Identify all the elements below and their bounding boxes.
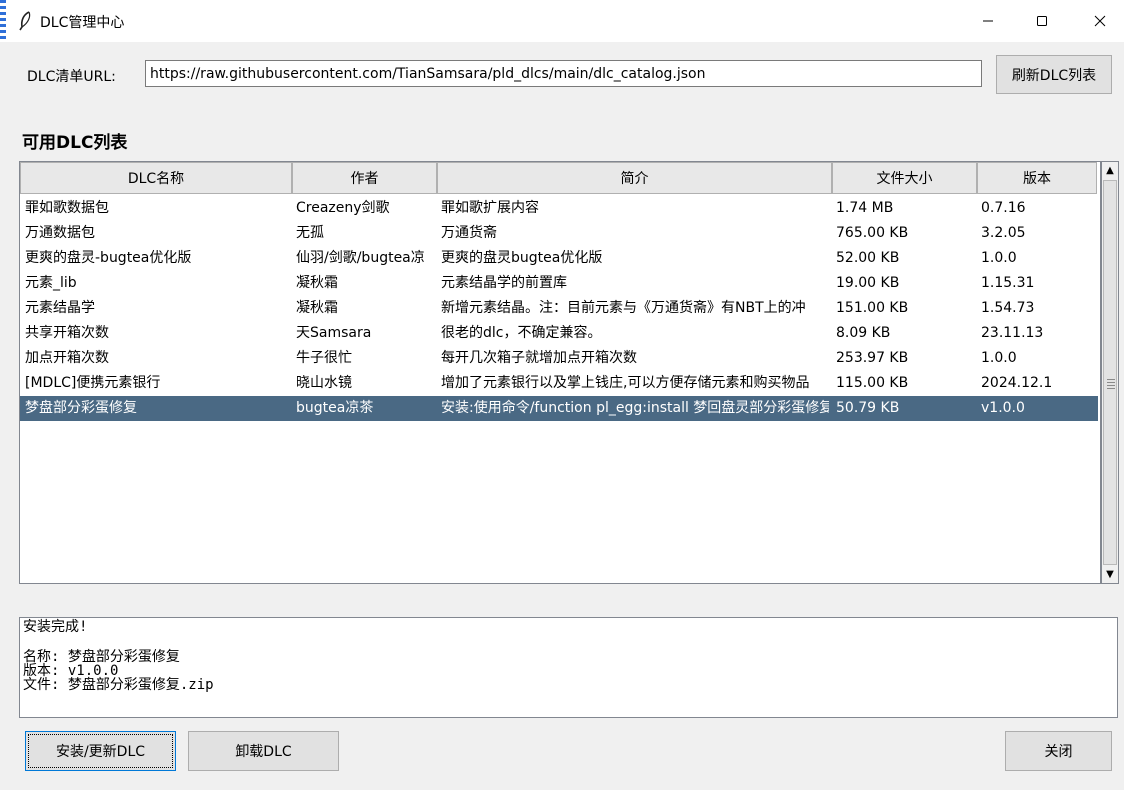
cell-size: 253.97 KB (836, 350, 909, 366)
log-line: 版本: v1.0.0 (23, 663, 119, 679)
cell-name: 元素_lib (25, 275, 77, 291)
cell-size: 115.00 KB (836, 375, 909, 391)
cell-description: 新增元素结晶。注：目前元素与《万通货斋》有NBT上的冲 (441, 300, 806, 316)
table-row[interactable]: 共享开箱次数 天Samsara 很老的dlc，不确定兼容。 8.09 KB 23.11.… (20, 321, 1098, 346)
cell-size: 765.00 KB (836, 225, 909, 241)
cell-name: 共享开箱次数 (25, 325, 109, 341)
cell-author: 凝秋霜 (296, 300, 338, 316)
cell-size: 8.09 KB (836, 325, 891, 341)
background-edge (0, 0, 6, 42)
cell-description: 更爽的盘灵bugtea优化版 (441, 250, 603, 266)
cell-description: 安装:使用命令/function pl_egg:install 梦回盘灵部分彩蛋… (441, 400, 829, 416)
close-window-button[interactable] (1076, 0, 1124, 42)
cell-version: 1.54.73 (981, 300, 1035, 316)
column-header-size[interactable]: 文件大小 (832, 162, 977, 194)
grip-icon (1107, 379, 1115, 389)
minimize-icon (983, 20, 993, 22)
table-row[interactable]: 更爽的盘灵-bugtea优化版 仙羽/剑歌/bugtea凉 更爽的盘灵bugtea优… (20, 246, 1098, 271)
cell-author: 无孤 (296, 225, 324, 241)
cell-size: 52.00 KB (836, 250, 900, 266)
cell-description: 很老的dlc，不确定兼容。 (441, 325, 602, 341)
cell-author: 牛子很忙 (296, 350, 352, 366)
cell-name: 加点开箱次数 (25, 350, 109, 366)
url-label: DLC清单URL: (27, 69, 116, 85)
cell-version: 3.2.05 (981, 225, 1026, 241)
cell-size: 19.00 KB (836, 275, 900, 291)
table-row[interactable]: 加点开箱次数 牛子很忙 每开几次箱子就增加点开箱次数 253.97 KB 1.0.0 (20, 346, 1098, 371)
cell-version: 1.15.31 (981, 275, 1035, 291)
cell-name: 更爽的盘灵-bugtea优化版 (25, 250, 192, 266)
cell-description: 罪如歌扩展内容 (441, 200, 539, 216)
close-button[interactable]: 关闭 (1005, 731, 1112, 771)
section-title: 可用DLC列表 (22, 133, 128, 153)
feather-icon (19, 11, 31, 31)
table-row[interactable]: 元素结晶学 凝秋霜 新增元素结晶。注：目前元素与《万通货斋》有NBT上的冲 151.0… (20, 296, 1098, 321)
cell-author: 天Samsara (296, 325, 372, 341)
cell-author: 仙羽/剑歌/bugtea凉 (296, 250, 425, 266)
cell-size: 1.74 MB (836, 200, 894, 216)
cell-name: 万通数据包 (25, 225, 95, 241)
cell-author: 晓山水镜 (296, 375, 352, 391)
cell-name: 梦盘部分彩蛋修复 (25, 400, 137, 416)
cell-version: 2024.12.1 (981, 375, 1053, 391)
uninstall-button[interactable]: 卸载DLC (188, 731, 339, 771)
scroll-up-arrow-icon[interactable]: ▲ (1102, 162, 1118, 179)
cell-name: 元素结晶学 (25, 300, 95, 316)
cell-version: 1.0.0 (981, 250, 1017, 266)
log-line: 名称: 梦盘部分彩蛋修复 (23, 649, 180, 665)
install-update-button[interactable]: 安装/更新DLC (25, 731, 176, 771)
table-header: DLC名称 作者 简介 文件大小 版本 (20, 162, 1100, 195)
table-scrollbar[interactable]: ▲ ▼ (1101, 161, 1119, 584)
maximize-icon (1037, 16, 1047, 26)
table-row[interactable]: 罪如歌数据包 Creazeny剑歌 罪如歌扩展内容 1.74 MB 0.7.16 (20, 196, 1098, 221)
log-line: 安装完成! (23, 619, 88, 635)
cell-author: bugtea凉茶 (296, 400, 374, 416)
cell-version: 1.0.0 (981, 350, 1017, 366)
minimize-button[interactable] (964, 0, 1012, 42)
table-row[interactable]: 梦盘部分彩蛋修复 bugtea凉茶 安装:使用命令/function pl_egg:… (20, 396, 1098, 421)
cell-description: 每开几次箱子就增加点开箱次数 (441, 350, 637, 366)
table-row[interactable]: 万通数据包 无孤 万通货斋 765.00 KB 3.2.05 (20, 221, 1098, 246)
cell-version: 0.7.16 (981, 200, 1026, 216)
close-icon (1094, 15, 1106, 27)
cell-version: 23.11.13 (981, 325, 1044, 341)
cell-description: 增加了元素银行以及掌上钱庄,可以方便存储元素和购买物品 (441, 375, 810, 391)
cell-name: 罪如歌数据包 (25, 200, 109, 216)
table-row[interactable]: 元素_lib 凝秋霜 元素结晶学的前置库 19.00 KB 1.15.31 (20, 271, 1098, 296)
cell-author: Creazeny剑歌 (296, 200, 390, 216)
scroll-down-arrow-icon[interactable]: ▼ (1102, 566, 1118, 583)
cell-author: 凝秋霜 (296, 275, 338, 291)
url-input[interactable] (145, 60, 982, 87)
scroll-thumb[interactable] (1103, 180, 1117, 565)
column-header-name[interactable]: DLC名称 (20, 162, 292, 194)
column-header-description[interactable]: 简介 (437, 162, 832, 194)
table-row[interactable]: [MDLC]便携元素银行 晓山水镜 增加了元素银行以及掌上钱庄,可以方便存储元素和购… (20, 371, 1098, 396)
cell-description: 万通货斋 (441, 225, 497, 241)
window-title: DLC管理中心 (40, 15, 125, 31)
cell-description: 元素结晶学的前置库 (441, 275, 567, 291)
cell-size: 151.00 KB (836, 300, 909, 316)
title-bar: DLC管理中心 (0, 0, 1124, 42)
maximize-button[interactable] (1018, 0, 1066, 42)
cell-version: v1.0.0 (981, 400, 1025, 416)
column-header-author[interactable]: 作者 (292, 162, 437, 194)
dlc-table: DLC名称 作者 简介 文件大小 版本 罪如歌数据包 Creazeny剑歌 罪如歌扩… (19, 161, 1101, 584)
cell-name: [MDLC]便携元素银行 (25, 375, 161, 391)
refresh-list-button[interactable]: 刷新DLC列表 (996, 55, 1112, 94)
cell-size: 50.79 KB (836, 400, 900, 416)
log-line: 文件: 梦盘部分彩蛋修复.zip (23, 677, 214, 693)
log-output[interactable]: 安装完成! 名称: 梦盘部分彩蛋修复 版本: v1.0.0 文件: 梦盘部分彩蛋… (19, 617, 1118, 718)
column-header-version[interactable]: 版本 (977, 162, 1097, 194)
